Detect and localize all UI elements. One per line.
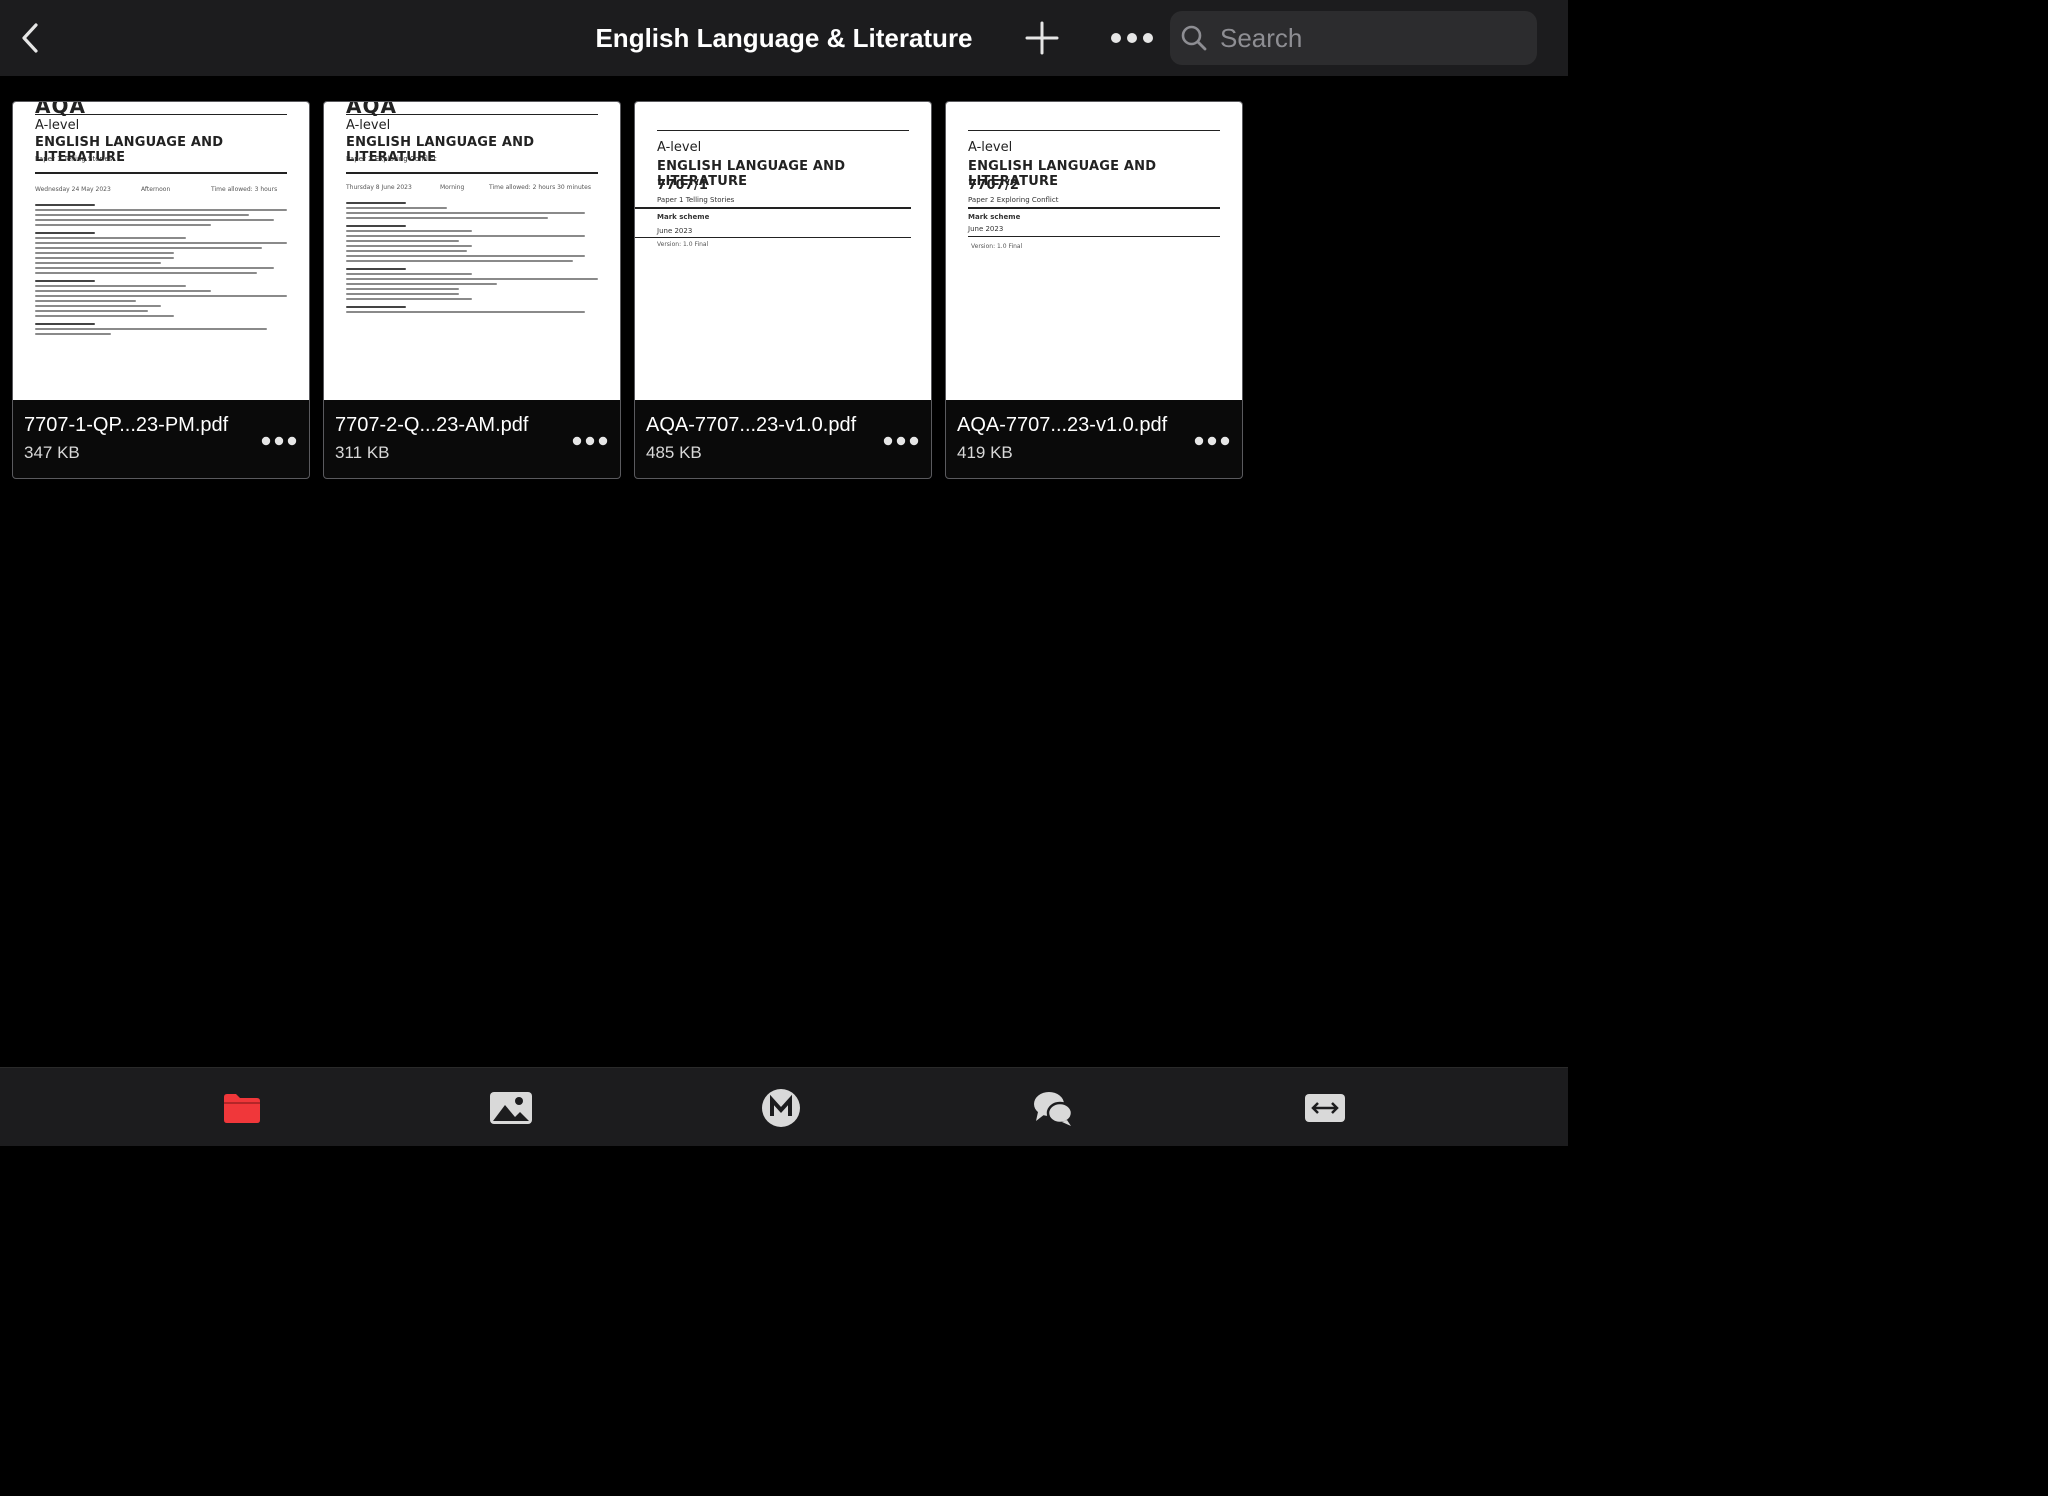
back-button[interactable] [12,18,48,58]
thumb-rule [346,172,598,174]
file-size: 311 KB [335,443,390,462]
mega-logo-icon [762,1089,800,1127]
thumb-version: Version: 1.0 Final [971,243,1023,250]
thumb-level: A-level [968,140,1013,155]
thumb-time: Time allowed: 3 hours [211,186,278,193]
thumb-version: Version: 1.0 Final [657,241,709,248]
thumb-date: June 2023 [657,227,693,235]
thumb-session: Afternoon [141,186,171,193]
file-card[interactable]: AQA A-level ENGLISH LANGUAGE AND LITERAT… [12,101,310,479]
thumb-kind: Mark scheme [968,213,1021,221]
thumb-paper: Paper 1 Telling Stories [657,196,735,204]
thumb-rule [968,207,1220,209]
tab-photos[interactable] [486,1086,536,1130]
more-options-button[interactable] [1106,18,1158,58]
folder-icon [224,1094,260,1123]
ellipsis-icon [1111,33,1153,43]
chevron-left-icon [22,23,38,53]
tab-mega[interactable] [756,1086,806,1130]
thumb-rule [346,114,598,115]
photo-icon [490,1092,532,1124]
transfer-arrows-icon [1305,1094,1345,1122]
thumb-paper: Paper 2 Exploring Conflict [968,196,1059,204]
file-size: 485 KB [646,443,702,462]
ellipsis-icon [572,436,608,446]
thumb-logo: AQA [35,102,86,118]
thumb-rule [35,114,287,115]
plus-icon [1025,21,1059,55]
search-bar[interactable] [1170,11,1537,65]
thumb-paper: Paper 1 Telling Stories [35,155,113,163]
pdf-thumbnail: AQA A-level ENGLISH LANGUAGE AND LITERAT… [13,102,309,400]
ellipsis-icon [261,436,297,446]
thumb-level: A-level [346,118,391,133]
ellipsis-icon [883,436,919,446]
file-name: AQA-7707...23-v1.0.pdf [957,414,1168,436]
thumb-rule [635,207,911,209]
thumb-rule [968,130,1220,131]
thumb-logo: AQA [346,102,397,118]
file-card[interactable]: A-level ENGLISH LANGUAGE AND LITERATURE … [945,101,1243,479]
thumb-date: June 2023 [968,225,1004,233]
file-card[interactable]: AQA A-level ENGLISH LANGUAGE AND LITERAT… [323,101,621,479]
search-input[interactable] [1218,21,1522,55]
chat-bubbles-icon [1034,1092,1074,1126]
file-options-button[interactable] [570,426,610,456]
file-name: 7707-1-QP...23-PM.pdf [24,414,229,436]
thumb-paper: Paper 2 Exploring Conflict [346,155,437,163]
file-size: 419 KB [957,443,1013,462]
file-grid: AQA A-level ENGLISH LANGUAGE AND LITERAT… [12,101,1243,479]
tab-transfers[interactable] [1300,1086,1350,1130]
file-name: AQA-7707...23-v1.0.pdf [646,414,857,436]
page-title: English Language & Literature [595,23,973,53]
thumb-rule [657,130,909,131]
top-navigation-bar: English Language & Literature [0,0,1568,76]
tab-files[interactable] [217,1086,267,1130]
thumb-level: A-level [35,118,80,133]
pdf-thumbnail: A-level ENGLISH LANGUAGE AND LITERATURE … [946,102,1242,400]
file-options-button[interactable] [259,426,299,456]
bottom-tab-bar [0,1067,1568,1146]
file-name: 7707-2-Q...23-AM.pdf [335,414,529,436]
thumb-level: A-level [657,140,702,155]
file-card[interactable]: A-level ENGLISH LANGUAGE AND LITERATURE … [634,101,932,479]
pdf-thumbnail: AQA A-level ENGLISH LANGUAGE AND LITERAT… [324,102,620,400]
add-button[interactable] [1022,18,1062,58]
thumb-date: Wednesday 24 May 2023 [35,186,111,193]
thumb-date: Thursday 8 June 2023 [346,184,412,191]
pdf-thumbnail: A-level ENGLISH LANGUAGE AND LITERATURE … [635,102,931,400]
thumb-rule [635,237,911,238]
tab-chat[interactable] [1028,1086,1078,1130]
search-icon [1181,25,1207,51]
file-options-button[interactable] [1192,426,1232,456]
thumb-kind: Mark scheme [657,213,710,221]
thumb-time: Time allowed: 2 hours 30 minutes [489,184,591,191]
thumb-session: Morning [440,184,465,191]
thumb-body-text [346,196,598,316]
thumb-rule [968,236,1220,237]
thumb-code: 7707/1 [657,178,709,193]
ellipsis-icon [1194,436,1230,446]
file-size: 347 KB [24,443,80,462]
file-options-button[interactable] [881,426,921,456]
thumb-code: 7707/2 [968,178,1020,193]
thumb-body-text [35,198,287,338]
thumb-rule [35,172,287,174]
